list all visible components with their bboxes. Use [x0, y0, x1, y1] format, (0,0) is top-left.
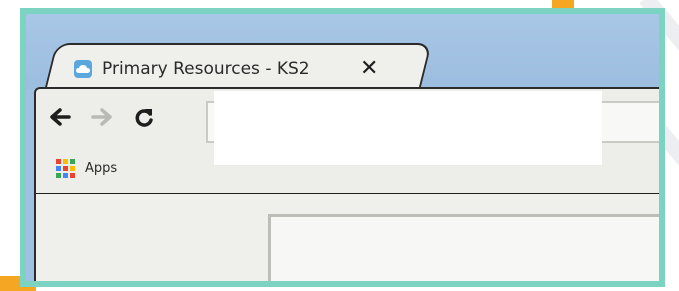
cloud-icon [74, 60, 92, 78]
bookmark-apps[interactable]: Apps [56, 159, 117, 178]
reload-button[interactable] [130, 105, 158, 133]
browser-illustration: Primary Resources - KS2 ✕ Apps [20, 8, 665, 287]
browser-toolbar: Apps [34, 87, 659, 196]
close-tab-icon[interactable]: ✕ [360, 58, 378, 80]
reload-icon [133, 106, 155, 132]
back-button[interactable] [46, 105, 74, 133]
page-content [34, 194, 659, 281]
address-bar-redaction [214, 91, 602, 165]
content-placeholder-box [268, 214, 659, 281]
apps-label: Apps [85, 161, 118, 176]
arrow-left-icon [49, 108, 71, 130]
forward-button[interactable] [88, 105, 116, 133]
browser-tab-content[interactable]: Primary Resources - KS2 ✕ [74, 54, 378, 84]
tab-title: Primary Resources - KS2 [102, 59, 310, 79]
apps-grid-icon [56, 159, 75, 178]
arrow-right-icon [91, 108, 113, 130]
